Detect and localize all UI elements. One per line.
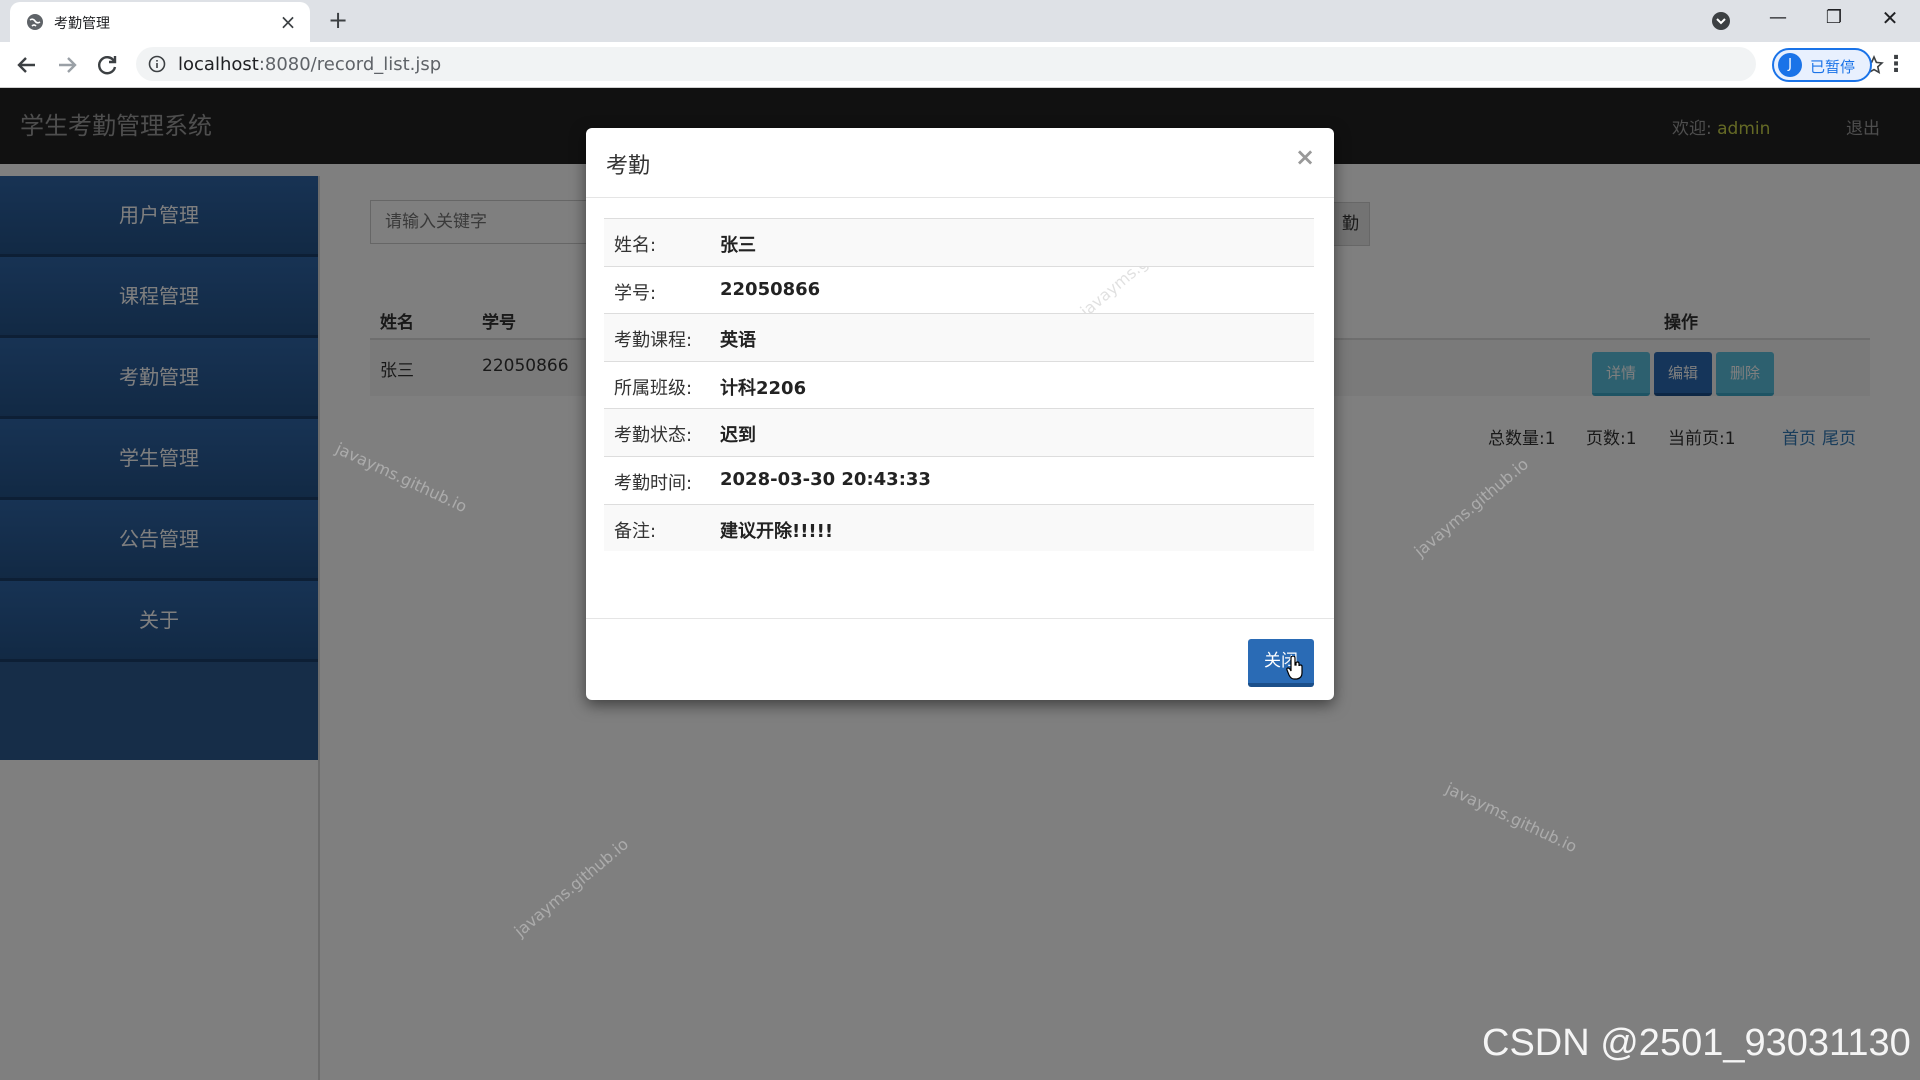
- profile-button[interactable]: J 已暂停: [1772, 48, 1872, 82]
- web-page: 学生考勤管理系统 欢迎: admin 退出 用户管理 课程管理 考勤管理 学生管…: [0, 88, 1920, 1080]
- detail-label: 备注:: [614, 520, 657, 542]
- globe-icon: [27, 14, 43, 30]
- csdn-watermark: CSDN @2501_93031130: [1482, 1022, 1911, 1064]
- browser-menu-icon[interactable]: ⋮: [1884, 50, 1908, 80]
- tab-close-icon[interactable]: ×: [276, 10, 300, 34]
- profile-status-label: 已暂停: [1810, 58, 1856, 76]
- modal-header: 考勤 ×: [586, 128, 1334, 198]
- detail-row-status: 考勤状态: 迟到: [604, 408, 1314, 456]
- attendance-detail-modal: 考勤 × javayms.github.io 姓名: 张三 学号: 220508…: [586, 128, 1334, 700]
- detail-row-class: 所属班级: 计科2206: [604, 360, 1314, 409]
- hand-cursor-icon: [1286, 656, 1303, 680]
- detail-label: 考勤时间:: [614, 472, 693, 494]
- detail-value: 英语: [720, 330, 756, 352]
- detail-row-course: 考勤课程: 英语: [604, 313, 1314, 361]
- forward-arrow-icon[interactable]: [51, 49, 83, 81]
- reload-icon[interactable]: [91, 49, 123, 81]
- detail-row-id: 学号: 22050866: [604, 265, 1314, 314]
- detail-value: 2028-03-30 20:43:33: [720, 468, 931, 490]
- browser-tab-strip: 考勤管理 × + — ❐ ✕: [0, 0, 1920, 42]
- window-maximize-button[interactable]: ❐: [1806, 0, 1862, 38]
- modal-footer: 关闭: [586, 618, 1334, 700]
- detail-row-remark: 备注: 建议开除!!!!!: [604, 503, 1314, 552]
- detail-label: 姓名:: [614, 235, 657, 256]
- new-tab-button[interactable]: +: [324, 6, 352, 34]
- window-close-button[interactable]: ✕: [1862, 0, 1918, 38]
- detail-value: 张三: [720, 235, 756, 256]
- detail-value: 计科2206: [720, 377, 807, 399]
- address-bar[interactable]: localhost:8080/record_list.jsp: [136, 47, 1884, 81]
- site-info-icon[interactable]: [148, 55, 166, 73]
- window-minimize-button[interactable]: —: [1750, 0, 1806, 38]
- detail-row-name: 姓名: 张三: [604, 218, 1314, 266]
- detail-row-time: 考勤时间: 2028-03-30 20:43:33: [604, 455, 1314, 504]
- tab-search-icon[interactable]: [1710, 10, 1732, 32]
- browser-toolbar: localhost:8080/record_list.jsp J 已暂停 ⋮: [0, 42, 1920, 88]
- url-text: localhost:8080/record_list.jsp: [178, 54, 442, 75]
- browser-tab[interactable]: 考勤管理 ×: [10, 2, 310, 42]
- modal-title: 考勤: [606, 154, 651, 179]
- tab-title: 考勤管理: [54, 16, 110, 32]
- profile-avatar: J: [1778, 53, 1802, 77]
- detail-label: 考勤状态:: [614, 425, 693, 447]
- detail-label: 学号:: [614, 282, 657, 304]
- detail-value: 建议开除!!!!!: [720, 520, 834, 542]
- close-button[interactable]: 关闭: [1248, 639, 1314, 687]
- detail-value: 迟到: [720, 425, 756, 447]
- modal-close-icon[interactable]: ×: [1294, 144, 1316, 170]
- detail-table: 姓名: 张三 学号: 22050866 考勤课程: 英语 所属班级: 计科220…: [604, 218, 1314, 552]
- detail-label: 所属班级:: [614, 377, 693, 399]
- detail-value: 22050866: [720, 278, 821, 300]
- back-arrow-icon[interactable]: [11, 49, 43, 81]
- detail-label: 考勤课程:: [614, 330, 693, 352]
